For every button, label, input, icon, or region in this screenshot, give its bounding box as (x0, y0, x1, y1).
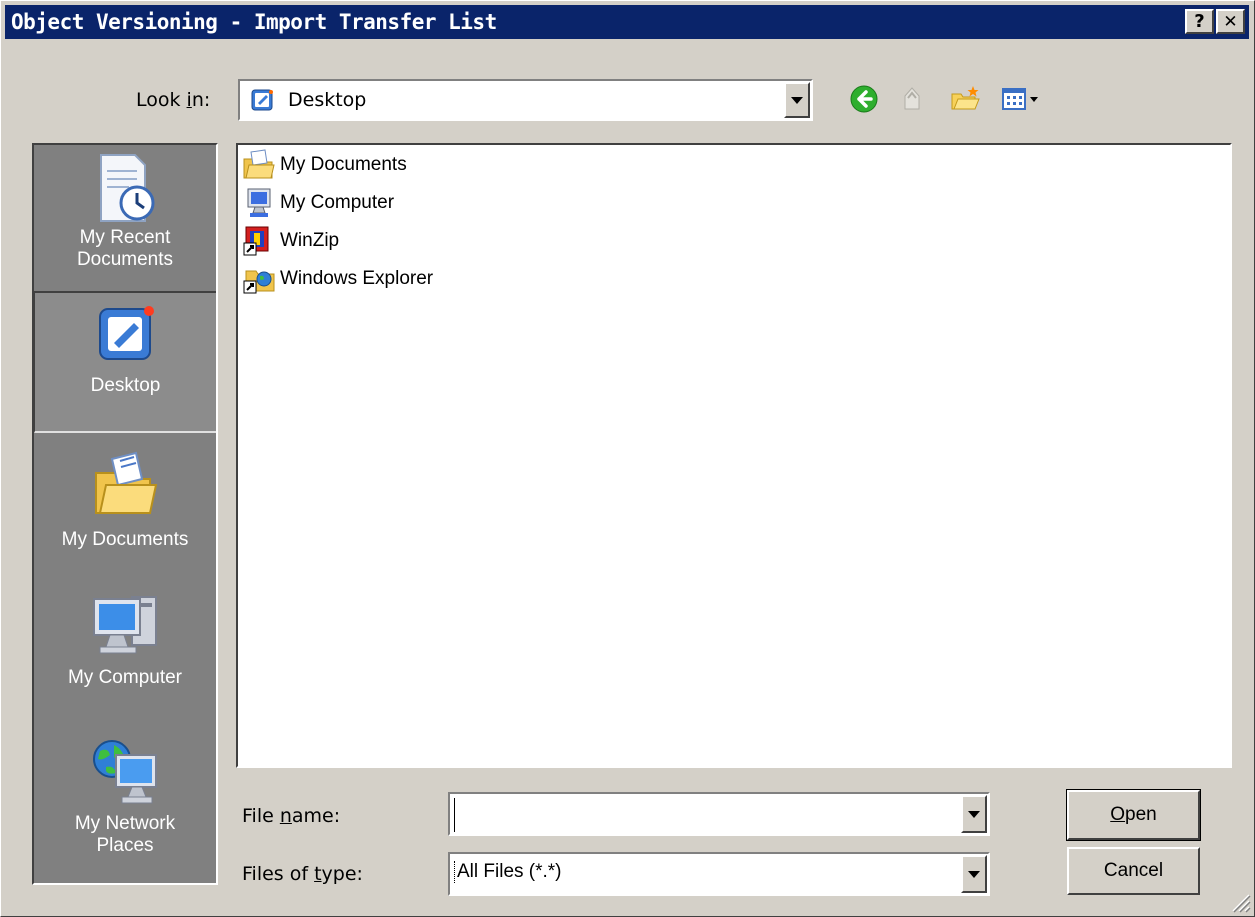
my-documents-icon (95, 451, 158, 514)
my-computer-icon (93, 596, 157, 654)
chevron-down-icon (791, 96, 803, 104)
place-label-line1: My Recent (79, 227, 171, 248)
cancel-label: Cancel (1103, 860, 1164, 881)
place-label-line1: My Documents (61, 529, 189, 550)
new-folder-button[interactable] (947, 81, 983, 117)
place-label-line2: Places (96, 835, 154, 856)
place-label-line1: Desktop (90, 375, 161, 396)
open-accel: O (1110, 804, 1126, 825)
look-in-label-end: n: (191, 89, 211, 111)
file-name: My Computer (280, 192, 395, 213)
winzip-icon (243, 226, 269, 256)
file-name: WinZip (280, 230, 340, 251)
places-bar: My Recent Documents Desktop My Documents (32, 143, 218, 885)
look-in-value: Desktop (288, 89, 367, 111)
up-folder-button[interactable] (894, 81, 930, 117)
file-name-input[interactable] (454, 798, 959, 832)
place-desktop[interactable]: Desktop (34, 291, 216, 433)
list-item[interactable]: Windows Explorer (242, 261, 433, 297)
look-in-label: Look in: (136, 89, 210, 111)
file-name-label-end: ame: (291, 805, 341, 827)
place-network-places[interactable]: My Network Places (34, 727, 216, 887)
cancel-button[interactable]: Cancel (1067, 847, 1200, 895)
place-my-documents[interactable]: My Documents (34, 441, 216, 591)
file-name-accel: n (279, 805, 292, 827)
file-list[interactable]: My Documents My Computer WinZip Windows … (236, 143, 1232, 768)
file-name-dropdown-button[interactable] (961, 795, 987, 833)
place-label-line2: Documents (76, 249, 174, 270)
close-icon: ✕ (1223, 11, 1238, 32)
file-name-combo[interactable] (448, 792, 990, 836)
file-name: Windows Explorer (280, 268, 434, 289)
chevron-down-icon (968, 810, 980, 818)
place-label-line1: My Computer (67, 667, 183, 688)
open-button[interactable]: Open (1066, 789, 1201, 841)
folder-documents-icon (243, 149, 275, 179)
up-folder-icon (904, 87, 920, 110)
file-name-label: File name: (242, 805, 340, 827)
open-dialog: Object Versioning - Import Transfer List… (0, 0, 1255, 917)
file-type-label-text: Files of (242, 863, 315, 885)
title-bar[interactable]: Object Versioning - Import Transfer List… (5, 5, 1249, 39)
file-name-label-text: File (242, 805, 280, 827)
close-button[interactable]: ✕ (1216, 9, 1245, 34)
view-menu-button[interactable] (998, 81, 1042, 117)
help-icon: ? (1194, 11, 1205, 32)
computer-icon (247, 188, 271, 217)
new-folder-icon (951, 86, 980, 110)
view-menu-icon (1002, 88, 1038, 110)
file-type-label-end: ype: (321, 863, 363, 885)
window-title: Object Versioning - Import Transfer List (11, 10, 497, 34)
desktop-icon (98, 306, 154, 360)
place-my-computer[interactable]: My Computer (34, 581, 216, 737)
resize-grip-icon[interactable] (1229, 891, 1251, 913)
file-name: My Documents (280, 154, 407, 175)
chevron-down-icon (968, 870, 980, 878)
place-recent-documents[interactable]: My Recent Documents (34, 145, 216, 297)
list-item[interactable]: My Documents (242, 147, 407, 183)
recent-documents-icon (100, 154, 155, 222)
help-button[interactable]: ? (1185, 9, 1214, 34)
place-label-line1: My Network (74, 813, 176, 834)
network-places-icon (93, 740, 157, 804)
look-in-label-text: Look (136, 89, 187, 111)
explorer-icon (243, 270, 275, 294)
list-item[interactable]: My Computer (242, 185, 394, 221)
open-label: pen (1125, 804, 1157, 825)
look-in-combo[interactable]: Desktop (238, 79, 813, 121)
desktop-small-icon (251, 89, 273, 111)
list-item[interactable]: WinZip (242, 223, 339, 259)
look-in-dropdown-button[interactable] (784, 82, 810, 118)
file-type-dropdown-button[interactable] (961, 855, 987, 893)
file-type-combo[interactable]: All Files (*.*) (448, 852, 990, 896)
file-type-value: All Files (*.*) (454, 861, 562, 883)
file-type-label: Files of type: (242, 863, 363, 885)
file-type-accel: t (314, 863, 322, 885)
back-button[interactable] (846, 81, 882, 117)
back-arrow-icon (850, 85, 878, 113)
